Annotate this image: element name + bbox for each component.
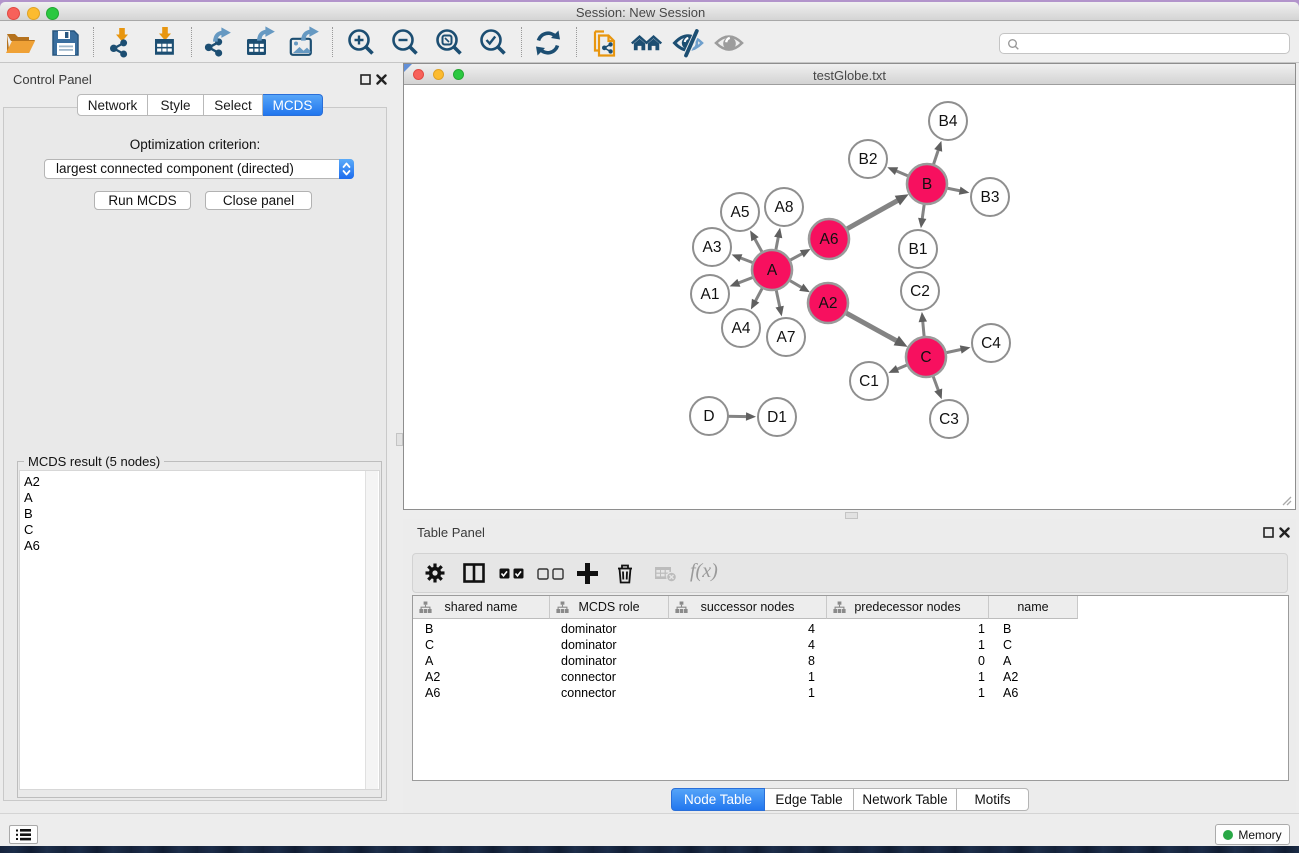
svg-text:C: C bbox=[920, 349, 931, 366]
svg-text:D: D bbox=[703, 408, 714, 425]
svg-text:B4: B4 bbox=[939, 113, 958, 130]
svg-text:B1: B1 bbox=[909, 241, 928, 258]
svg-text:A2: A2 bbox=[819, 295, 838, 312]
svg-text:A6: A6 bbox=[820, 231, 839, 248]
svg-text:B2: B2 bbox=[859, 151, 878, 168]
svg-text:D1: D1 bbox=[767, 409, 787, 426]
svg-text:B: B bbox=[922, 176, 932, 193]
svg-text:C3: C3 bbox=[939, 411, 959, 428]
svg-text:C1: C1 bbox=[859, 373, 879, 390]
svg-text:A4: A4 bbox=[732, 320, 751, 337]
svg-text:A7: A7 bbox=[777, 329, 796, 346]
svg-text:A5: A5 bbox=[731, 204, 750, 221]
svg-text:C2: C2 bbox=[910, 283, 930, 300]
svg-text:B3: B3 bbox=[981, 189, 1000, 206]
svg-text:A3: A3 bbox=[703, 239, 722, 256]
svg-text:C4: C4 bbox=[981, 335, 1001, 352]
svg-text:A1: A1 bbox=[701, 286, 720, 303]
svg-text:A: A bbox=[767, 262, 778, 279]
svg-text:A8: A8 bbox=[775, 199, 794, 216]
